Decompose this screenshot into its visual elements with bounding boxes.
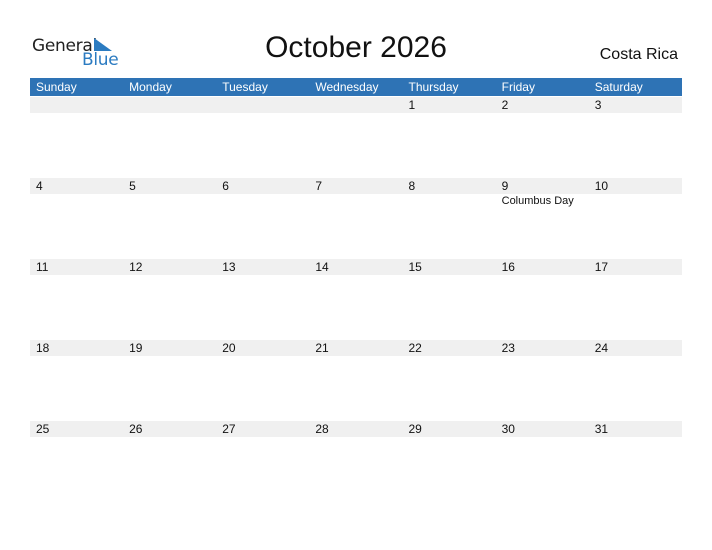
- day-number: 18: [36, 341, 50, 355]
- holiday-label: [589, 194, 682, 207]
- holiday-label: [309, 275, 402, 276]
- holiday-label: [496, 113, 589, 114]
- day-number: 4: [36, 179, 43, 193]
- holiday-label: [496, 437, 589, 438]
- week-row: 25 26 27 28 29 30 31: [30, 421, 682, 502]
- events-row: Columbus Day: [30, 194, 682, 207]
- holiday-label: [403, 356, 496, 357]
- holiday-label: Columbus Day: [501, 195, 574, 207]
- day-number: 23: [501, 341, 515, 355]
- events-row: [30, 356, 682, 357]
- weekday-header: Sunday Monday Tuesday Wednesday Thursday…: [30, 78, 682, 96]
- day-number: 21: [315, 341, 329, 355]
- day-number: 19: [129, 341, 143, 355]
- weekday-sunday: Sunday: [36, 80, 77, 94]
- day-number: [216, 97, 309, 113]
- day-number: [30, 97, 123, 113]
- day-number: 17: [594, 260, 609, 274]
- day-number: 16: [501, 260, 515, 274]
- holiday-label: [403, 275, 496, 276]
- day-number: 9: [501, 179, 509, 193]
- day-number: 25: [36, 422, 50, 436]
- week-row: 18 19 20 21 22 23 24: [30, 340, 682, 421]
- day-number: 14: [315, 260, 329, 274]
- day-number: 15: [408, 260, 422, 274]
- day-number: 8: [408, 179, 416, 193]
- events-row: [30, 437, 682, 438]
- weekday-saturday: Saturday: [594, 80, 643, 94]
- day-number: 1: [408, 98, 416, 112]
- week-row: 1 2 3: [30, 97, 682, 178]
- day-number-bar: 4 5 6 7 8 9 10: [30, 178, 682, 194]
- holiday-label: [403, 194, 496, 207]
- day-number: 3: [594, 98, 602, 112]
- day-number: 27: [222, 422, 236, 436]
- day-number: 6: [222, 179, 229, 193]
- day-number: 13: [222, 260, 236, 274]
- holiday-label: [309, 113, 402, 114]
- events-row: [30, 275, 682, 276]
- day-number: 5: [129, 179, 136, 193]
- holiday-label: [216, 437, 309, 438]
- week-row: 11 12 13 14 15 16 17: [30, 259, 682, 340]
- holiday-label: [123, 356, 216, 357]
- week-row: 4 5 6 7 8 9 10 Columbus Day: [30, 178, 682, 259]
- holiday-label: [403, 437, 496, 438]
- day-number: 26: [129, 422, 143, 436]
- holiday-label: [589, 275, 682, 276]
- day-number: 31: [594, 422, 609, 436]
- holiday-label: [309, 437, 402, 438]
- holiday-label: [123, 194, 216, 207]
- day-number: 24: [594, 341, 609, 355]
- day-number: 29: [408, 422, 422, 436]
- weekday-friday: Friday: [501, 80, 535, 94]
- day-number: [309, 97, 402, 113]
- holiday-label: [216, 194, 309, 207]
- holiday-label: [216, 356, 309, 357]
- holiday-label: [216, 113, 309, 114]
- holiday-label: [589, 113, 682, 114]
- day-number: 2: [501, 98, 509, 112]
- holiday-label: [589, 356, 682, 357]
- holiday-label: [30, 275, 123, 276]
- day-number: 11: [36, 260, 49, 274]
- holiday-label: [216, 275, 309, 276]
- day-number-bar: 25 26 27 28 29 30 31: [30, 421, 682, 437]
- events-row: [30, 113, 682, 114]
- day-number: 10: [594, 179, 609, 193]
- day-number: 12: [129, 260, 143, 274]
- country-label: Costa Rica: [599, 46, 678, 63]
- day-number: 20: [222, 341, 236, 355]
- day-number-bar: 1 2 3: [30, 97, 682, 113]
- holiday-label: [30, 113, 123, 114]
- holiday-label: [589, 437, 682, 438]
- holiday-label: [123, 437, 216, 438]
- day-number-bar: 18 19 20 21 22 23 24: [30, 340, 682, 356]
- holiday-label: [123, 113, 216, 114]
- weekday-tuesday: Tuesday: [222, 80, 268, 94]
- weekday-wednesday: Wednesday: [315, 80, 379, 94]
- day-number: 28: [315, 422, 329, 436]
- holiday-label: [30, 194, 123, 207]
- weekday-thursday: Thursday: [408, 80, 459, 94]
- holiday-label: [496, 275, 589, 276]
- day-number: 7: [315, 179, 323, 193]
- holiday-label: [123, 275, 216, 276]
- holiday-label: [403, 113, 496, 114]
- holiday-label: [309, 194, 402, 207]
- weekday-monday: Monday: [129, 80, 172, 94]
- day-number-bar: 11 12 13 14 15 16 17: [30, 259, 682, 275]
- holiday-label: [30, 437, 123, 438]
- holiday-label: [309, 356, 402, 357]
- day-number: 22: [408, 341, 422, 355]
- holiday-label: [496, 356, 589, 357]
- day-number: 30: [501, 422, 515, 436]
- day-number: [123, 97, 216, 113]
- holiday-label: [30, 356, 123, 357]
